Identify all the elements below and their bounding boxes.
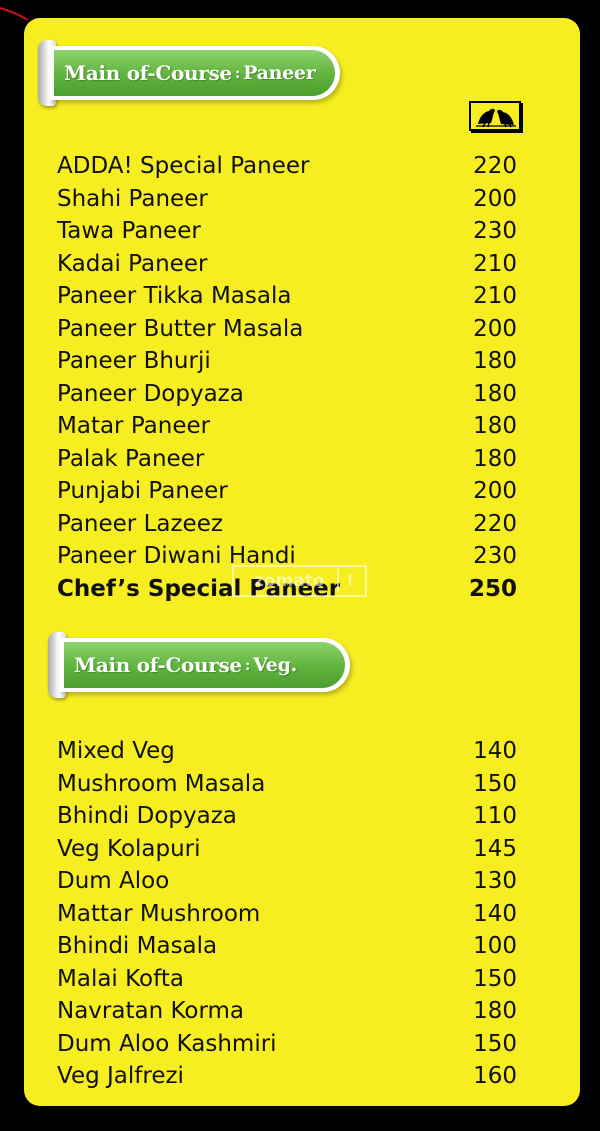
menu-item: Veg Kolapuri 145 xyxy=(57,833,517,866)
banner-ribbon: Main of-Course: Paneer xyxy=(50,46,340,100)
section-subtitle: Veg. xyxy=(253,654,297,676)
menu-item: Palak Paneer 180 xyxy=(57,443,517,476)
menu-item-price: 130 xyxy=(473,868,517,894)
zomato-watermark: zomato ! xyxy=(232,565,367,597)
menu-item-price: 150 xyxy=(473,770,517,797)
menu-item-name: Paneer Dopyaza xyxy=(57,380,244,407)
menu-item-price: 180 xyxy=(473,348,517,374)
menu-item: Kadai Paneer 210 xyxy=(57,248,517,281)
menu-item-price: 180 xyxy=(473,380,517,407)
menu-item-price: 220 xyxy=(473,153,517,179)
menu-item-name: ADDA! Special Paneer xyxy=(57,153,310,179)
menu-item-name: Navratan Korma xyxy=(57,998,245,1024)
menu-item-name: Shahi Paneer xyxy=(57,185,208,212)
menu-item-price: 230 xyxy=(473,543,517,569)
menu-item-name: Veg Kolapuri xyxy=(57,835,201,862)
menu-item-name: Dum Aloo xyxy=(57,868,170,894)
menu-item: Navratan Korma 180 xyxy=(57,995,517,1028)
menu-item: Bhindi Dopyaza 110 xyxy=(57,800,517,833)
menu-item-name: Dum Aloo Kashmiri xyxy=(57,1030,277,1057)
corner-decoration xyxy=(0,7,29,20)
banner-ribbon: Main of-Course: Veg. xyxy=(60,638,350,692)
menu-item-name: Bhindi Masala xyxy=(57,933,218,959)
menu-item: Shahi Paneer 200 xyxy=(57,183,517,216)
section-banner-paneer: Main of-Course: Paneer xyxy=(38,40,343,106)
menu-item-name: Matar Paneer xyxy=(57,413,211,439)
menu-item-name: Veg Jalfrezi xyxy=(57,1063,184,1089)
menu-item: Paneer Butter Masala 200 xyxy=(57,313,517,346)
menu-item-name: Mattar Mushroom xyxy=(57,900,261,927)
section-title: Main of-Course xyxy=(74,653,242,677)
menu-item-name: Paneer Tikka Masala xyxy=(57,283,292,309)
menu-item-price: 160 xyxy=(473,1063,517,1089)
menu-item-name: Paneer Lazeez xyxy=(57,510,223,537)
menu-item: Punjabi Paneer 200 xyxy=(57,475,517,508)
section-title-paneer: Main of-Course: Paneer xyxy=(64,61,316,85)
menu-item-price: 180 xyxy=(473,413,517,439)
menu-item-price: 180 xyxy=(473,445,517,472)
menu-item: Dum Aloo Kashmiri 150 xyxy=(57,1028,517,1061)
menu-item: Mushroom Masala 150 xyxy=(57,768,517,801)
menu-item-price: 180 xyxy=(473,998,517,1024)
menu-item: Paneer Lazeez 220 xyxy=(57,508,517,541)
menu-item: Mixed Veg 140 xyxy=(57,735,517,768)
menu-list-veg: Mixed Veg 140 Mushroom Masala 150 Bhindi Dop… xyxy=(57,735,517,1093)
menu-item-name: Paneer Bhurji xyxy=(57,348,211,374)
menu-item-price: 145 xyxy=(473,835,517,862)
menu-item-name: Malai Kofta xyxy=(57,965,184,992)
menu-item-name: Kadai Paneer xyxy=(57,250,208,277)
section-title: Main of-Course xyxy=(64,61,232,85)
section-subtitle: Paneer xyxy=(243,62,316,84)
menu-item: Malai Kofta 150 xyxy=(57,963,517,996)
menu-item-name: Tawa Paneer xyxy=(57,218,201,244)
menu-item-name: Bhindi Dopyaza xyxy=(57,803,237,829)
menu-item: Veg Jalfrezi 160 xyxy=(57,1060,517,1093)
menu-item-price: 220 xyxy=(473,510,517,537)
menu-item: ADDA! Special Paneer 220 xyxy=(57,150,517,183)
menu-item-name: Paneer Butter Masala xyxy=(57,315,304,342)
menu-item: Paneer Dopyaza 180 xyxy=(57,378,517,411)
watermark-mark: ! xyxy=(337,569,361,593)
menu-item: Tawa Paneer 230 xyxy=(57,215,517,248)
menu-item-price: 110 xyxy=(473,803,517,829)
menu-item-price: 200 xyxy=(473,478,517,504)
section-title-veg: Main of-Course: Veg. xyxy=(74,653,297,677)
menu-item-price: 250 xyxy=(468,575,517,602)
menu-item-price: 210 xyxy=(473,250,517,277)
menu-item-name: Mushroom Masala xyxy=(57,770,266,797)
menu-item-name: Punjabi Paneer xyxy=(57,478,228,504)
watermark-text: zomato xyxy=(254,571,325,591)
menu-item-name: Palak Paneer xyxy=(57,445,205,472)
menu-item-name: Mixed Veg xyxy=(57,738,175,764)
menu-item: Mattar Mushroom 140 xyxy=(57,898,517,931)
menu-list-paneer: ADDA! Special Paneer 220 Shahi Paneer 200 Ta… xyxy=(57,150,517,605)
menu-item-price: 210 xyxy=(473,283,517,309)
menu-item: Paneer Bhurji 180 xyxy=(57,345,517,378)
section-banner-veg: Main of-Course: Veg. xyxy=(48,632,353,698)
menu-item: Dum Aloo 130 xyxy=(57,865,517,898)
menu-item-price: 140 xyxy=(473,900,517,927)
menu-item-price: 150 xyxy=(473,1030,517,1057)
menu-item-price: 200 xyxy=(473,185,517,212)
menu-item-price: 100 xyxy=(473,933,517,959)
menu-item: Bhindi Masala 100 xyxy=(57,930,517,963)
menu-item-price: 200 xyxy=(473,315,517,342)
menu-item-price: 140 xyxy=(473,738,517,764)
menu-item-price: 230 xyxy=(473,218,517,244)
menu-item: Paneer Tikka Masala 210 xyxy=(57,280,517,313)
menu-item-price: 150 xyxy=(473,965,517,992)
menu-item: Matar Paneer 180 xyxy=(57,410,517,443)
two-birds-icon xyxy=(469,101,521,131)
